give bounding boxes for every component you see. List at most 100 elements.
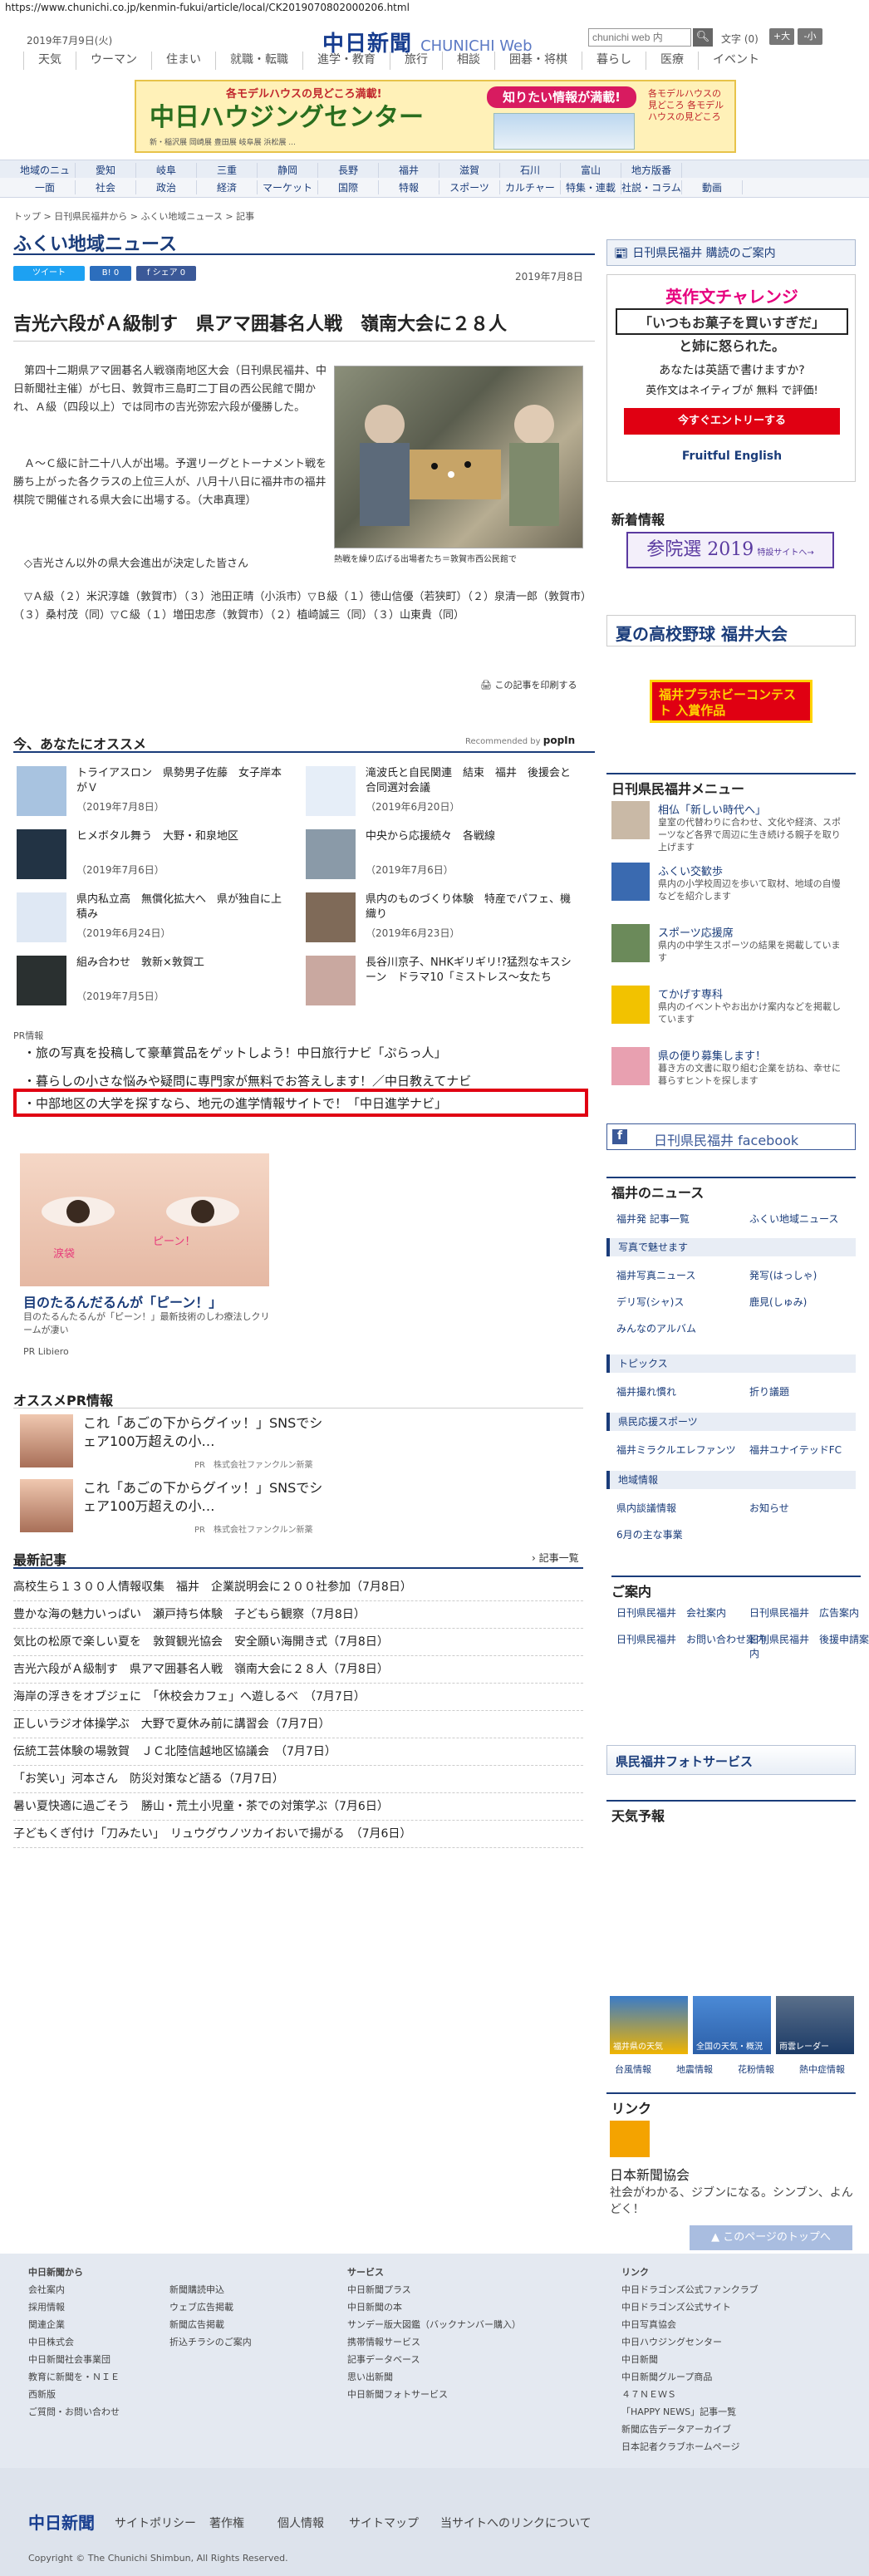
side-link[interactable]: 日刊県民福井 会社案内 — [616, 1605, 726, 1620]
footer-link[interactable]: 日本記者クラブホームページ — [621, 2438, 759, 2456]
koushien-banner[interactable]: 夏の高校野球 福井大会 — [606, 615, 856, 646]
housing-banner[interactable]: 各モデルハウスの見どころ満載! 中日ハウジングセンター 知りたい情報が満載! 各… — [135, 80, 736, 153]
latest-item[interactable]: 豊かな海の魅力いっぱい 瀬戸持ち体験 子どもら観察（7月8日） — [13, 1601, 583, 1629]
subscribe-box[interactable]: 📰︎ 日刊県民福井 購読のご案内 — [606, 239, 856, 266]
footer-link[interactable]: 教育に新聞を・ＮＩＥ — [28, 2368, 120, 2386]
gnav-item[interactable]: 天気 — [23, 52, 76, 70]
reco-thumbnail[interactable] — [306, 829, 356, 879]
bottom-link[interactable]: サイトポリシー — [115, 2515, 196, 2531]
weather-national[interactable]: 全国の天気・概況 — [693, 1996, 771, 2054]
footer-link[interactable]: 新聞広告掲載 — [169, 2316, 252, 2333]
footer-link[interactable]: 中日新聞 — [621, 2351, 759, 2368]
weather-link[interactable]: 熱中症情報 — [799, 2062, 845, 2076]
weather-fukui[interactable]: 福井県の天気 — [610, 1996, 688, 2054]
reco-title-link[interactable]: トライアスロン 県勢男子佐藤 女子岸本がＶ — [76, 766, 284, 796]
category-nav-item[interactable]: 国際 — [318, 180, 379, 194]
reco-thumbnail[interactable] — [17, 829, 66, 879]
footer-link[interactable]: 中日ドラゴンズ公式サイト — [621, 2298, 759, 2316]
latest-item[interactable]: 伝統工芸体験の場敦賀 ＪＣ北陸信越地区協議会 （7月7日） — [13, 1738, 583, 1766]
font-larger-button[interactable]: +大 — [769, 28, 794, 45]
gnav-item[interactable]: 医療 — [646, 52, 698, 70]
menu-title[interactable]: スポーツ応援席 — [658, 924, 734, 940]
side-link[interactable]: 福井発 記事一覧 — [616, 1212, 690, 1226]
footer-link[interactable]: 中日新聞プラス — [347, 2281, 521, 2298]
category-nav-item[interactable]: 社説・コラム — [621, 180, 682, 194]
latest-item[interactable]: 子どもくぎ付け「刀みたい」 リュウグウノツカイおいで揚がる （7月6日） — [13, 1821, 583, 1848]
pr-info-item[interactable]: これ「あごの下からグイッ！」SNSでシェア100万超えの小… PR 株式会社ファ… — [20, 1479, 568, 1537]
gnav-item[interactable]: 囲碁・将棋 — [494, 52, 582, 70]
bottom-link[interactable]: サイトマップ — [349, 2515, 419, 2531]
facebook-box[interactable]: f 日刊県民福井 facebook — [606, 1123, 856, 1150]
category-nav-item[interactable]: 経済 — [197, 180, 258, 194]
menu-title[interactable]: 県の便り募集します！ — [658, 1047, 766, 1063]
side-link[interactable]: 6月の主な事業 — [616, 1527, 683, 1541]
side-link[interactable]: 県内談議情報 — [616, 1501, 676, 1515]
newspaper-assoc-logo[interactable] — [610, 2121, 650, 2157]
footer-link[interactable]: 中日ドラゴンズ公式ファンクラブ — [621, 2281, 759, 2298]
footer-link[interactable]: ウェブ広告掲載 — [169, 2298, 252, 2316]
gnav-item[interactable]: ウーマン — [76, 52, 151, 70]
footer-link[interactable]: サンデー版大図鑑（バックナンバー購入） — [347, 2316, 521, 2333]
reco-title-link[interactable]: 中央から応援続々 各戦線 — [366, 829, 573, 844]
side-link[interactable]: ふくい地域ニュース — [749, 1212, 838, 1226]
menu-icon[interactable] — [611, 924, 650, 962]
footer-link[interactable]: 「HAPPY NEWS」記事一覧 — [621, 2403, 759, 2421]
category-nav-item[interactable]: 特集・連載 — [561, 180, 621, 194]
hobby-banner[interactable]: 福井プラホビーコンテスト 入賞作品 — [650, 680, 813, 723]
latest-item[interactable]: 正しいラジオ体操学ぶ 大野で夏休み前に講習会（7月7日） — [13, 1711, 583, 1738]
category-nav-item[interactable]: スポーツ — [439, 180, 500, 194]
category-nav-item[interactable]: 動画 — [682, 180, 743, 194]
reco-thumbnail[interactable] — [306, 956, 356, 1005]
gnav-item[interactable]: 就職・転職 — [215, 52, 302, 70]
gnav-item[interactable]: 暮らし — [582, 52, 646, 70]
side-link[interactable]: 福井撮れ慣れ — [616, 1384, 676, 1399]
photoservice-banner[interactable]: 県民福井フォトサービス — [606, 1745, 856, 1775]
footer-link[interactable]: 記事データベース — [347, 2351, 521, 2368]
latest-item[interactable]: 「お笑い」河本さん 防災対策など語る（7月7日） — [13, 1766, 583, 1793]
facebook-share-button[interactable]: f シェア 0 — [136, 266, 196, 281]
weather-link[interactable]: 台風情報 — [615, 2062, 651, 2076]
side-link[interactable]: お知らせ — [749, 1501, 789, 1515]
gnav-item[interactable]: イベント — [698, 52, 773, 70]
bottom-link[interactable]: 当サイトへのリンクについて — [440, 2515, 592, 2531]
side-link[interactable]: 折り議題 — [749, 1384, 789, 1399]
side-link[interactable]: 日刊県民福井 後援申請案内 — [749, 1632, 869, 1660]
category-nav-item[interactable]: マーケット — [258, 180, 318, 194]
footer-link[interactable]: 折込チラシのご案内 — [169, 2333, 252, 2351]
hatena-button[interactable]: B! 0 — [90, 266, 131, 281]
pr-link[interactable]: ・暮らしの小さな悩みや疑問に専門家が無料でお答えします！／中日教えてナビ — [23, 1072, 471, 1089]
category-nav-item[interactable]: 一面 — [15, 180, 76, 194]
footer-link[interactable]: 採用情報 — [28, 2298, 120, 2316]
latest-item[interactable]: 暑い夏快適に過ごそう 勝山・荒土小児童・茶での対策学ぶ（7月6日） — [13, 1793, 583, 1821]
category-nav-item[interactable]: 政治 — [136, 180, 197, 194]
eye-ad-image[interactable]: 涙袋 ピーン！ — [20, 1153, 269, 1286]
category-nav-item[interactable]: カルチャー — [500, 180, 561, 194]
footer-link[interactable]: 思い出新聞 — [347, 2368, 521, 2386]
side-link[interactable]: みんなのアルバム — [616, 1321, 696, 1335]
pr-info-item[interactable]: これ「あごの下からグイッ！」SNSでシェア100万超えの小… PR 株式会社ファ… — [20, 1414, 568, 1472]
menu-icon[interactable] — [611, 801, 650, 839]
ad-entry-button[interactable]: 今すぐエントリーする — [624, 408, 840, 435]
reco-title-link[interactable]: 長谷川京子、NHKギリギリ!?猛烈なキスシーン ドラマ10「ミストレス～女たち — [366, 956, 573, 986]
bottom-link[interactable]: 個人情報 — [277, 2515, 324, 2531]
latest-item[interactable]: 海岸の浮きをオブジェに 「休校会カフェ」へ遊しるべ （7月7日） — [13, 1684, 583, 1711]
election-banner[interactable]: 参院選 2019 特設サイトへ→ — [626, 532, 834, 568]
side-link[interactable]: デリ写(シャ)ス — [616, 1295, 684, 1309]
latest-all-link[interactable]: › 記事一覧 — [532, 1551, 579, 1565]
footer-link[interactable]: 新聞購読申込 — [169, 2281, 252, 2298]
reco-title-link[interactable]: 県内のものづくり体験 特産でパフェ、機織り — [366, 892, 573, 922]
page-top-button[interactable]: ▲ このページのトップへ — [690, 2225, 852, 2250]
menu-title[interactable]: ふくい交歓歩 — [658, 863, 723, 878]
latest-item[interactable]: 気比の松原で楽しい夏を 敦賀観光協会 安全願い海開き式（7月8日） — [13, 1629, 583, 1656]
menu-icon[interactable] — [611, 1047, 650, 1085]
ad-title[interactable]: 目のたるんだるんが「ピーン！」 — [23, 1291, 222, 1311]
footer-link[interactable]: 新聞広告データアーカイブ — [621, 2421, 759, 2438]
gnav-item[interactable]: 相談 — [442, 52, 494, 70]
font-smaller-button[interactable]: -小 — [798, 28, 822, 45]
latest-item[interactable]: 吉光六段がＡ級制す 県アマ囲碁名人戦 嶺南大会に２８人（7月8日） — [13, 1656, 583, 1684]
side-link[interactable]: 福井ミラクルエレファンツ — [616, 1443, 736, 1457]
footer-link[interactable]: 中日株式会 — [28, 2333, 120, 2351]
english-ad[interactable]: 英作文チャレンジ 「いつもお菓子を買いすぎだ」 と姉に怒られた。 あなたは英語で… — [606, 274, 856, 482]
category-nav-item[interactable]: 特報 — [379, 180, 439, 194]
footer-link[interactable]: 中日写真協会 — [621, 2316, 759, 2333]
